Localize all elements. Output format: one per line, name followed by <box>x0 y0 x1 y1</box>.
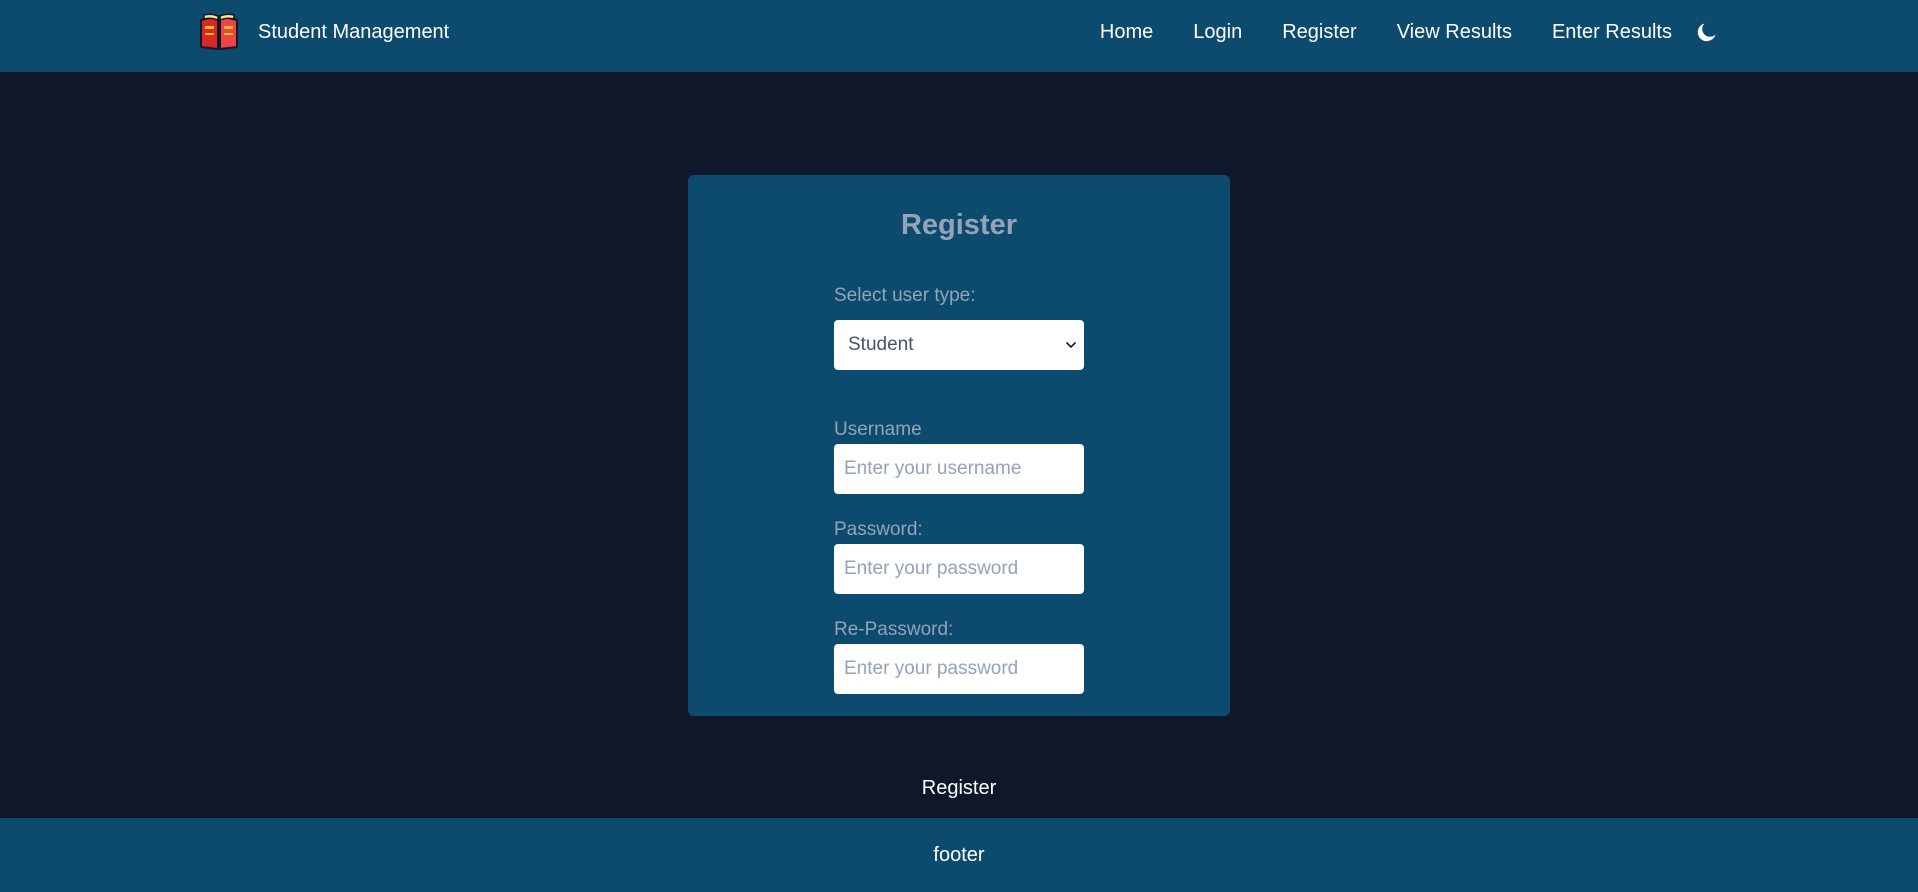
footer: footer <box>0 818 1918 892</box>
nav-link-home[interactable]: Home <box>1100 21 1153 44</box>
password-label: Password: <box>834 519 923 540</box>
form-title: Register <box>900 209 1018 241</box>
open-book-icon <box>198 11 240 53</box>
footer-text: footer <box>933 843 985 866</box>
nav-links: Home Login Register View Results Enter R… <box>1100 0 1720 64</box>
password-input[interactable] <box>834 544 1084 594</box>
brand-title: Student Management <box>258 20 450 43</box>
moon-icon[interactable] <box>1694 19 1720 45</box>
repassword-input[interactable] <box>834 644 1084 694</box>
user-type-selected: Student <box>848 334 914 355</box>
chevron-down-icon <box>1064 338 1078 352</box>
brand[interactable]: Student Management <box>198 10 449 54</box>
nav-link-login[interactable]: Login <box>1193 21 1242 44</box>
nav-link-register[interactable]: Register <box>1282 21 1356 44</box>
username-label: Username <box>834 419 922 440</box>
user-type-select[interactable]: Student <box>834 320 1084 370</box>
nav-link-enter-results[interactable]: Enter Results <box>1552 21 1672 44</box>
repassword-label: Re-Password: <box>834 619 954 640</box>
register-submit-button[interactable]: Register <box>0 777 1918 800</box>
nav-link-view-results[interactable]: View Results <box>1397 21 1512 44</box>
user-type-label: Select user type: <box>834 285 976 306</box>
register-card: Register Select user type: Student Usern… <box>688 175 1230 716</box>
username-input[interactable] <box>834 444 1084 494</box>
navbar: Student Management Home Login Register V… <box>0 0 1918 72</box>
